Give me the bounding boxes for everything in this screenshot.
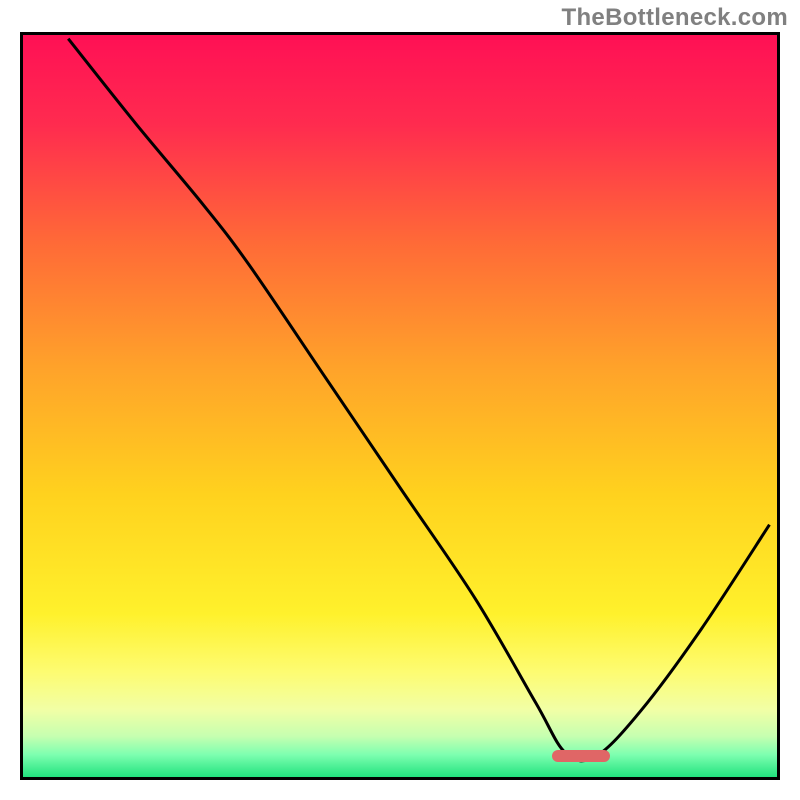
watermark-text: TheBottleneck.com — [562, 4, 788, 32]
chart-frame: TheBottleneck.com — [0, 0, 800, 800]
optimal-range-marker — [552, 750, 609, 762]
curve-layer — [23, 35, 777, 777]
bottleneck-curve — [68, 39, 769, 761]
plot-area — [20, 32, 780, 780]
